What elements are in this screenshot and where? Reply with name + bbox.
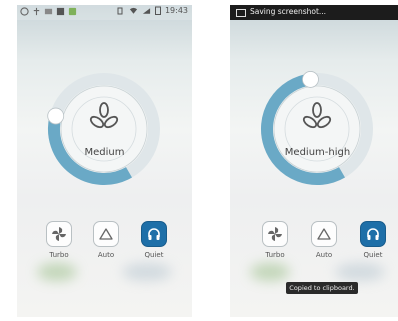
message-icon bbox=[44, 8, 53, 15]
fan-speed-label: Medium-high bbox=[284, 147, 351, 158]
phone-screen-left: 19:43 Medium Turbo Auto Quiet bbox=[17, 5, 192, 317]
speed-dial[interactable] bbox=[257, 69, 377, 189]
usb-icon bbox=[33, 7, 40, 16]
auto-button[interactable] bbox=[311, 221, 337, 247]
screenshot-icon bbox=[236, 9, 246, 17]
turbo-button[interactable] bbox=[262, 221, 288, 247]
quiet-button[interactable] bbox=[360, 221, 386, 247]
quiet-button[interactable] bbox=[141, 221, 167, 247]
auto-label: Auto bbox=[315, 251, 333, 259]
notification-text: Saving screenshot... bbox=[250, 7, 327, 16]
auto-button[interactable] bbox=[93, 221, 119, 247]
fan-speed-label: Medium bbox=[84, 147, 125, 158]
auto-icon bbox=[317, 228, 331, 240]
turbo-icon bbox=[52, 227, 66, 241]
gallery-icon bbox=[56, 7, 65, 16]
turbo-label: Turbo bbox=[265, 251, 285, 259]
auto-label: Auto bbox=[97, 251, 115, 259]
app-icon bbox=[68, 7, 77, 16]
quiet-label: Quiet bbox=[363, 251, 383, 259]
battery-icon bbox=[154, 6, 161, 15]
status-bar: 19:43 bbox=[17, 5, 192, 20]
quiet-label: Quiet bbox=[144, 251, 164, 259]
dial-knob[interactable] bbox=[47, 107, 65, 125]
headphones-icon bbox=[148, 228, 160, 240]
headphones-icon bbox=[367, 228, 379, 240]
status-time: 19:43 bbox=[164, 6, 188, 15]
auto-icon bbox=[99, 228, 113, 240]
vibrate-icon bbox=[117, 7, 123, 14]
turbo-button[interactable] bbox=[46, 221, 72, 247]
speed-dial[interactable] bbox=[44, 69, 164, 189]
notification-bar: Saving screenshot... bbox=[230, 5, 398, 20]
wifi-icon bbox=[129, 7, 138, 14]
toast-message: Copied to clipboard. bbox=[286, 282, 358, 294]
turbo-label: Turbo bbox=[49, 251, 69, 259]
turbo-icon bbox=[268, 227, 282, 241]
notification-icon bbox=[20, 7, 29, 16]
phone-screen-right: Saving screenshot... Medium-high Turbo A… bbox=[230, 5, 398, 317]
signal-icon bbox=[142, 7, 151, 14]
dial-knob[interactable] bbox=[302, 71, 319, 88]
